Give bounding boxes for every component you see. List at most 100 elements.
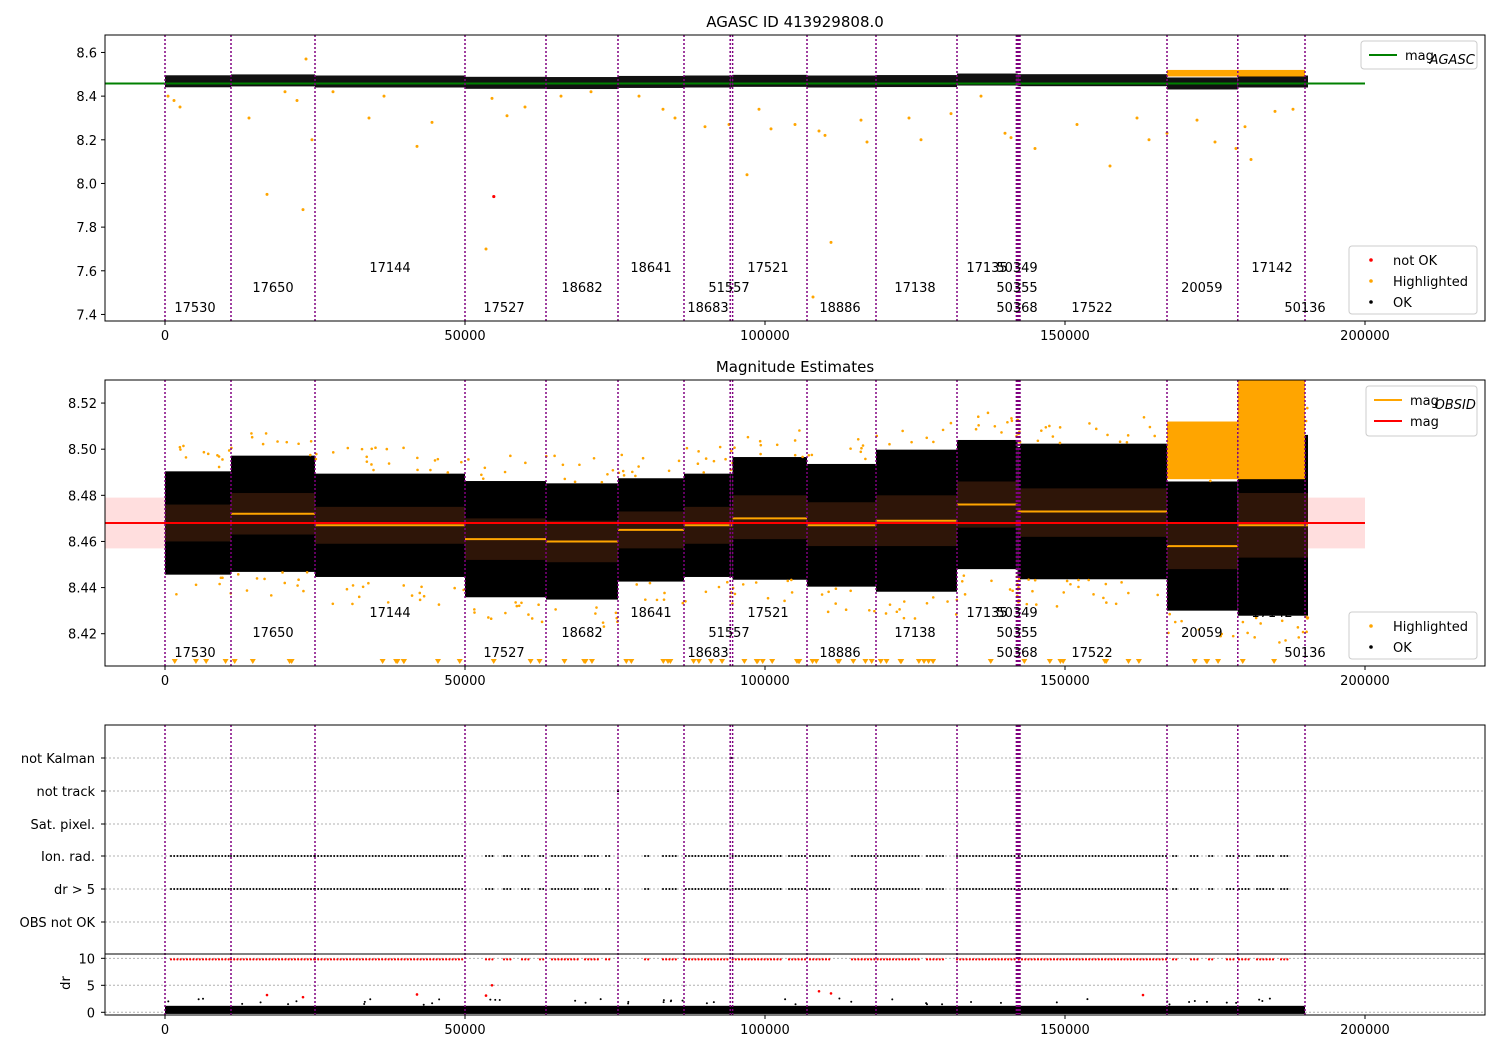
dr-capped-point (1139, 958, 1142, 961)
dr-capped-point (524, 958, 527, 961)
highlighted-point (309, 439, 313, 443)
highlighted-point (888, 442, 891, 446)
dr-capped-point (1078, 958, 1081, 961)
dr-capped-point (445, 958, 448, 961)
ion-rad-point (991, 855, 994, 857)
ion-rad-point (224, 855, 227, 857)
obsid-label: 17142 (1251, 261, 1292, 276)
dr-gt-5-point (368, 888, 371, 890)
highlighted-point (360, 447, 364, 451)
highlighted-band-20059 (1167, 69, 1238, 77)
ion-rad-point (1021, 855, 1023, 857)
dr-capped-point (271, 958, 274, 961)
obsid-label: 18886 (819, 646, 860, 661)
dr-gt-5-point (1126, 888, 1129, 890)
highlighted-point (1033, 578, 1037, 582)
legend-dot-swatch (1369, 279, 1373, 283)
dr-gt-5-point (218, 888, 220, 890)
dr-capped-point (1175, 958, 1178, 961)
dr-gt-5-point (1072, 888, 1075, 890)
ion-rad-point (707, 855, 710, 857)
ion-rad-point (779, 855, 782, 857)
dr-gt-5-point (333, 888, 336, 890)
dr-capped-point (1193, 958, 1196, 961)
highlighted-point (305, 570, 309, 574)
legend-agasc: magAGASC (1360, 40, 1478, 70)
dr-gt-5-point (426, 888, 428, 890)
ion-rad-point (1283, 855, 1286, 857)
ion-rad-point (942, 855, 944, 857)
highlighted-point (540, 620, 544, 624)
ion-rad-point (208, 855, 211, 857)
dr-gt-5-point (750, 888, 753, 890)
ion-rad-point (557, 855, 560, 857)
dr-gt-5-point (684, 888, 687, 890)
dr-capped-point (925, 958, 929, 961)
highlighted-point (725, 580, 729, 584)
obsid-label: 20059 (1181, 281, 1222, 296)
dr-capped-point (484, 958, 488, 961)
highlighted-point (1259, 622, 1262, 625)
dr-capped-point (454, 958, 457, 961)
ion-rad-point (593, 855, 596, 857)
dr-gt-5-point (1053, 888, 1055, 890)
dr-gt-5-point (413, 888, 416, 890)
dr-point (662, 999, 665, 1002)
dr-gt-5-point (857, 888, 860, 890)
dr-axis-label: dr (59, 976, 74, 990)
dr-capped-point (179, 958, 182, 961)
highlighted-point (527, 613, 530, 616)
ion-rad-point (1247, 855, 1250, 857)
dr-gt-5-point (668, 888, 671, 890)
dr-capped-point (506, 958, 509, 961)
ion-rad-point (438, 855, 441, 857)
highlighted-point (331, 451, 335, 454)
ion-rad-point (406, 855, 409, 857)
highlighted-point (1291, 107, 1295, 111)
ion-rad-point (876, 855, 879, 857)
highlighted-point (697, 450, 700, 453)
ion-rad-point (1024, 855, 1027, 857)
obsid-label: 17521 (747, 606, 788, 621)
dr-gt-5-point (605, 888, 607, 890)
dr-capped-point (821, 958, 824, 961)
dr-gt-5-point (542, 888, 545, 890)
highlighted-band-20059 (1167, 421, 1238, 480)
ion-rad-point (422, 855, 425, 857)
dr-gt-5-point (917, 888, 920, 890)
ion-rad-point (339, 855, 342, 857)
dr-gt-5-point (972, 888, 974, 890)
ion-rad-point (1046, 855, 1049, 857)
dr-gt-5-point (1145, 888, 1148, 890)
ion-rad-point (346, 855, 348, 857)
ok-band-51557 (730, 75, 733, 88)
ion-rad-point (716, 855, 719, 857)
dr-gt-5-point (644, 888, 646, 890)
dr-gt-5-point (488, 888, 491, 890)
ok-band-17650 (231, 74, 315, 87)
dr-point (850, 1000, 853, 1003)
highlighted-point (811, 295, 815, 299)
ion-rad-point (458, 855, 460, 857)
dr-point (941, 1003, 944, 1006)
highlighted-point (1195, 118, 1199, 122)
highlighted-point (422, 594, 426, 598)
dr-capped-point (886, 958, 889, 961)
ion-rad-point (1280, 855, 1282, 857)
dr-capped-point (978, 958, 981, 961)
ion-rad-point (539, 855, 541, 857)
highlighted-point (1010, 417, 1013, 420)
highlighted-point (460, 460, 463, 464)
ion-rad-point (390, 855, 393, 857)
dr-capped-point (1110, 958, 1113, 961)
obsid-label: 17527 (483, 646, 524, 661)
dr-gt-5-point (994, 888, 997, 890)
dr-capped-point (1255, 958, 1259, 961)
dr-gt-5-point (691, 888, 694, 890)
ion-rad-point (776, 855, 779, 857)
ion-rad-point (290, 855, 293, 857)
dr-point (705, 1002, 708, 1005)
ion-rad-point (1226, 855, 1228, 857)
highlighted-point (367, 116, 371, 120)
dr-capped-point (502, 958, 506, 961)
